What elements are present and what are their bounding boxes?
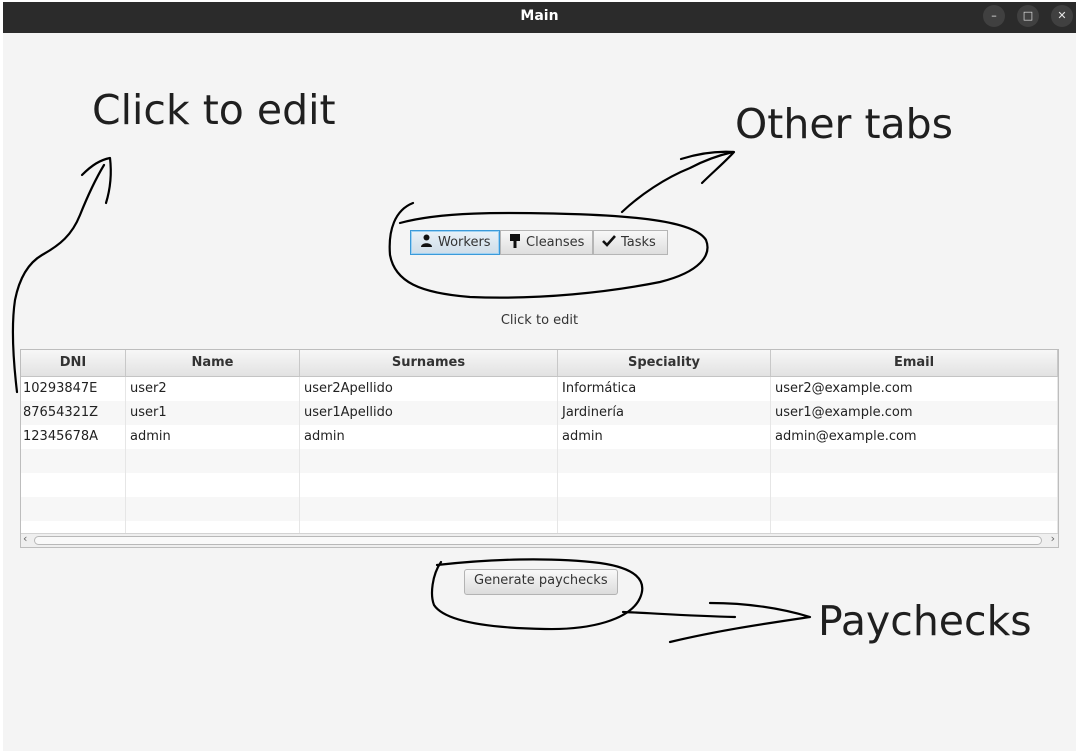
loop-around-tabs [388,201,709,299]
arrowhead-paychecks [668,601,812,644]
arrow-to-click-to-edit [11,163,106,394]
ink-annotations [11,150,812,644]
arrow-to-other-tabs [620,150,735,214]
arrow-to-paychecks [621,610,737,619]
loop-around-button [430,558,644,631]
